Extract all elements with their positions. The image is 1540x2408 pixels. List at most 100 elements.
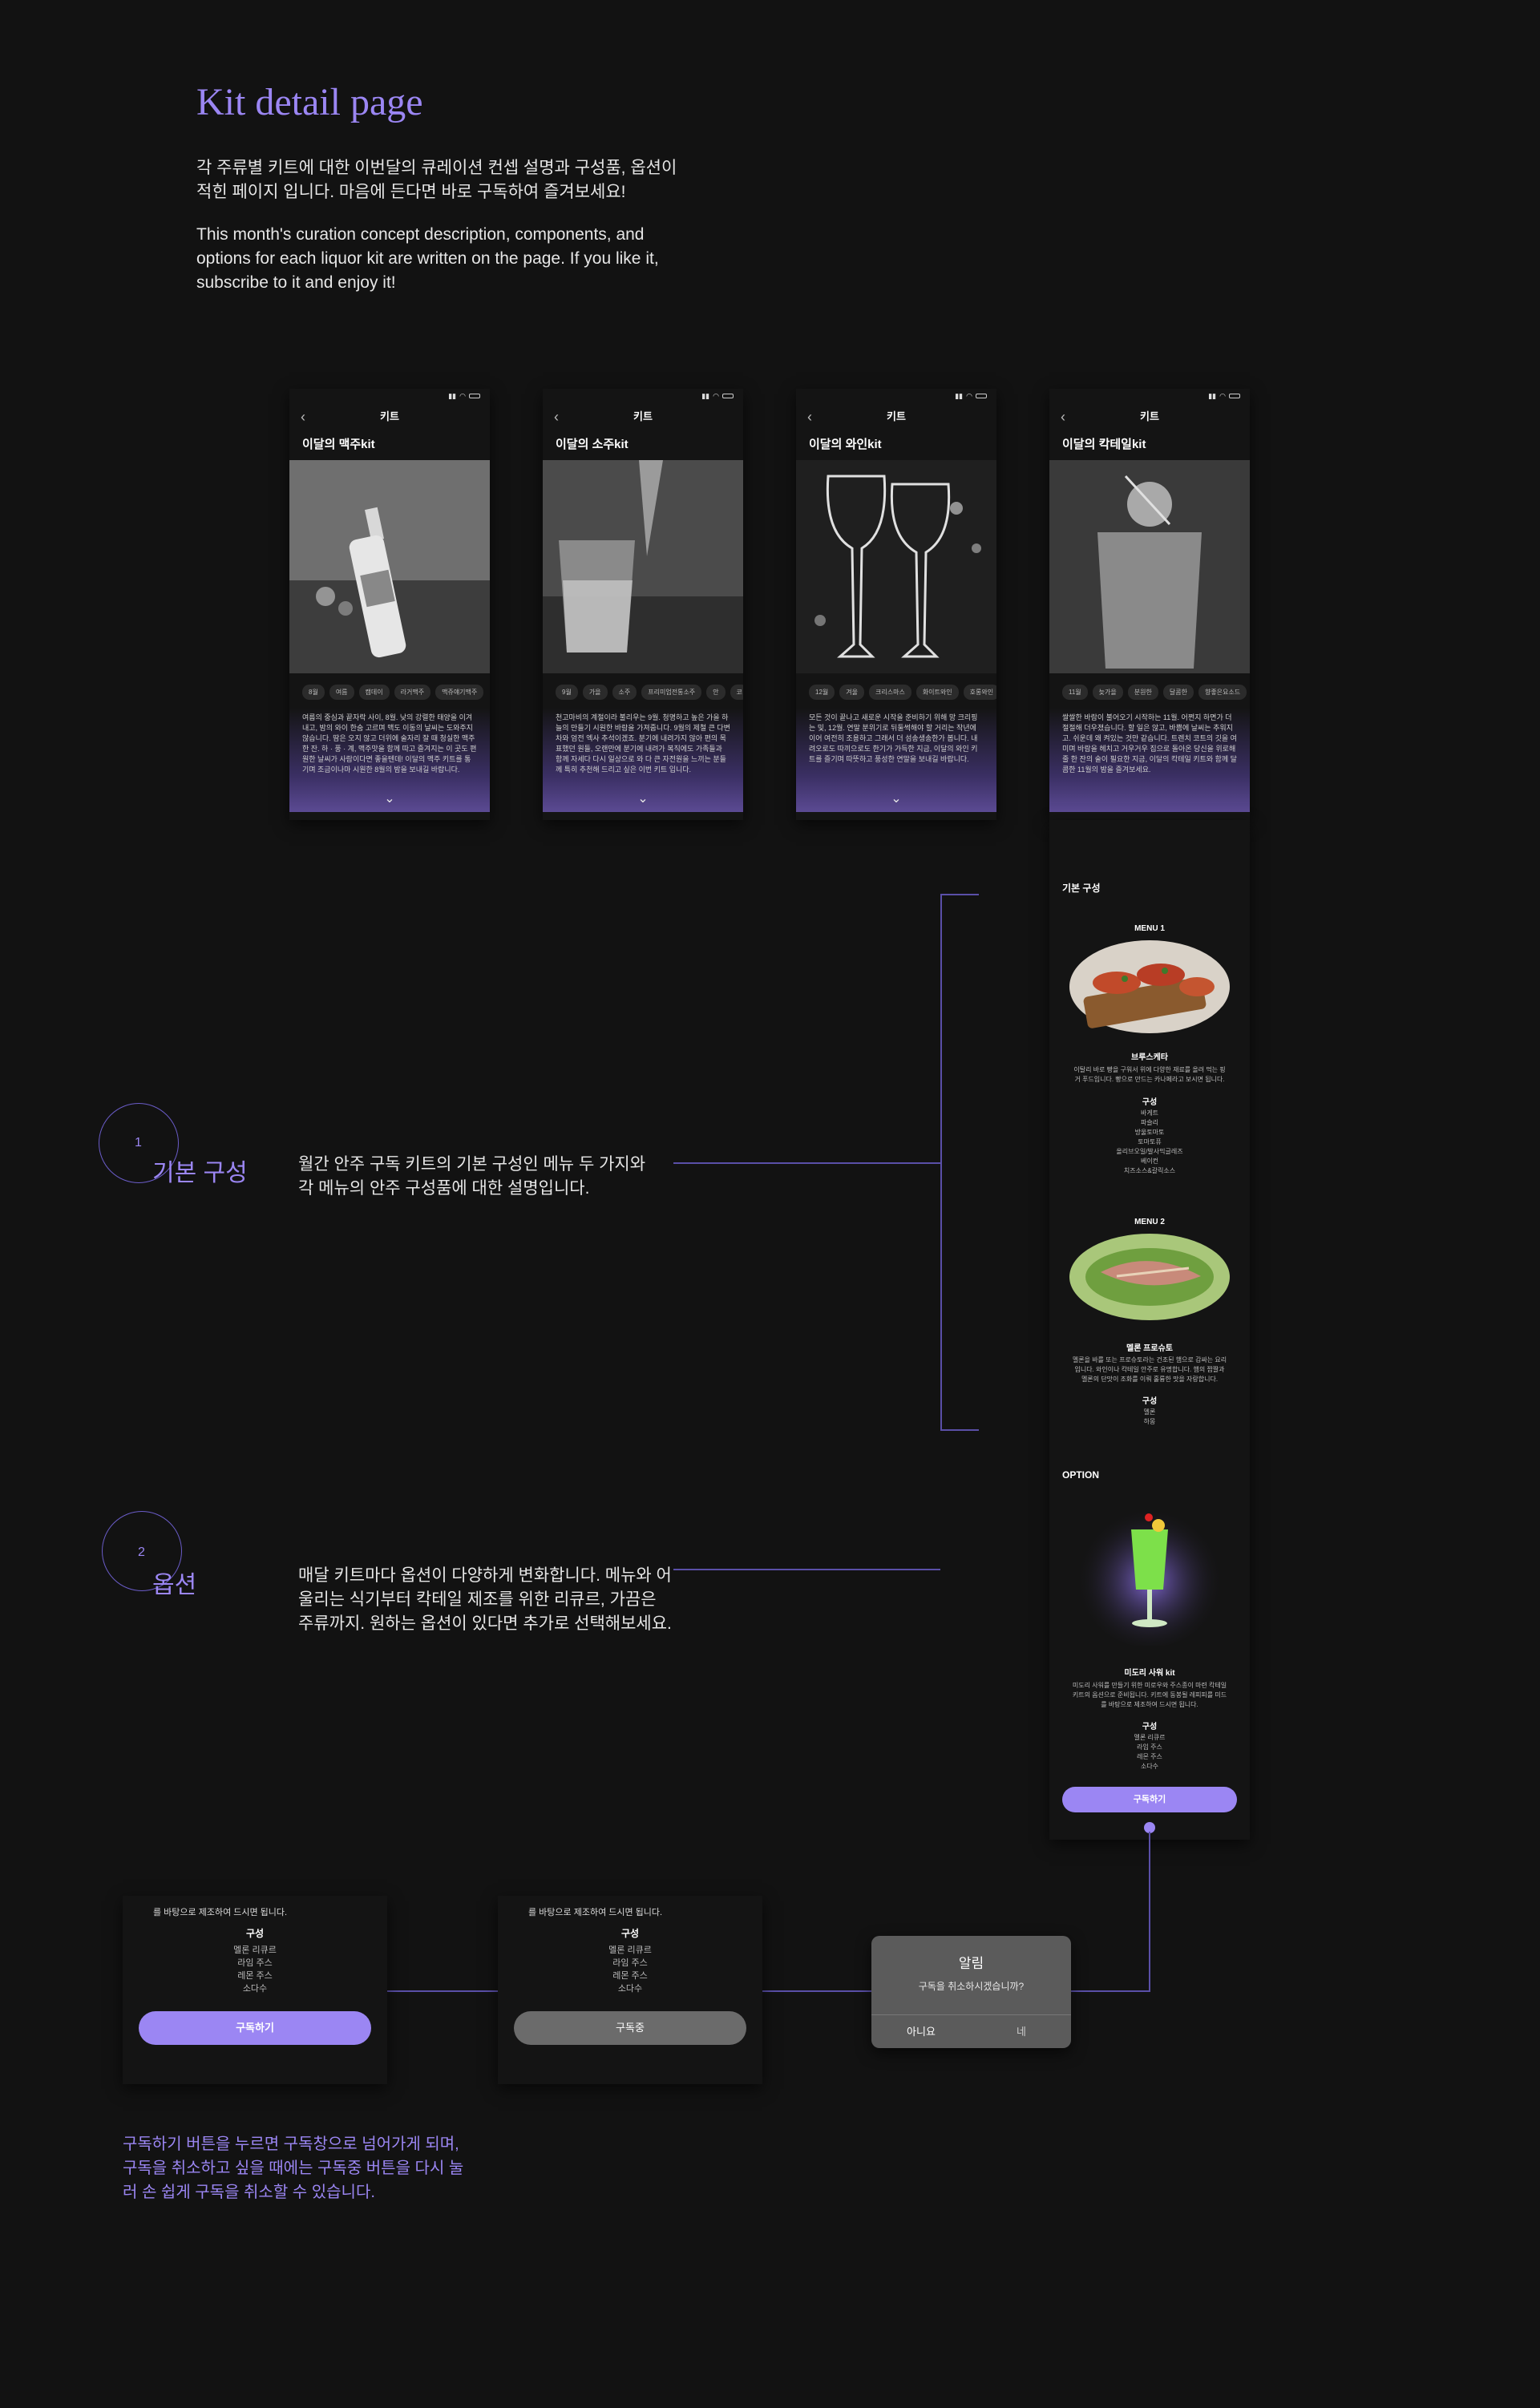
kit-title: 이달의 칵테일kit — [1062, 438, 1146, 451]
component-item: 파슬리 — [1140, 1119, 1159, 1126]
kit-title: 이달의 맥주kit — [302, 438, 375, 451]
menu2-label: MENU 2 — [1134, 1218, 1165, 1226]
tag-chip[interactable]: 캠데이 — [358, 685, 390, 700]
tag-chip[interactable]: 호롱와인 — [963, 685, 996, 700]
section-number: 2 — [138, 1545, 145, 1559]
phone-wine: ▮▮ ◠ ‹ 키트 이달의 와인kit 12월 겨울 크리스마스 화이트와인 호롱와인 모든… — [796, 389, 996, 820]
tag-chip[interactable]: 늦가을 — [1092, 685, 1123, 700]
tag-chip[interactable]: 가을 — [582, 685, 608, 700]
basic-heading: 기본 구성 — [1062, 883, 1101, 894]
card-top-text: 를 바탕으로 제조하여 드시면 됩니다. — [153, 1908, 288, 1917]
component-item: 하몽 — [1143, 1418, 1156, 1425]
status-bar: ▮▮ ◠ — [289, 389, 490, 403]
midori-sour-photo — [1076, 1500, 1223, 1646]
option-desc: 미도리 사워를 만들기 위한 미로우와 주스종이 마련 칵테일 키트의 옵션으로… — [1072, 1682, 1227, 1708]
bruschetta-photo — [1069, 940, 1230, 1033]
component-item: 소다수 — [242, 1984, 268, 1994]
component-item: 라임 주스 — [237, 1958, 273, 1968]
footnote: 구독하기 버튼을 누르면 구독창으로 넘어가게 되며, 구독을 취소하고 싶을 … — [123, 2135, 464, 2201]
card-comp-heading: 구성 — [620, 1928, 640, 1939]
menu2-comp-heading: 구성 — [1142, 1397, 1158, 1406]
soju-glass-photo — [543, 460, 743, 673]
component-item: 소다수 — [1140, 1763, 1159, 1770]
back-arrow-icon[interactable]: ‹ — [1061, 403, 1065, 430]
kit-description: 쌀쌀한 바람이 불어오기 시작하는 11월. 어쩐지 하면가 더 절절해 더우졌… — [1062, 713, 1237, 774]
card-items: 멜론 리큐르 라임 주스 레몬 주스 소다수 — [498, 1944, 762, 1995]
connector-line — [387, 1990, 498, 1992]
component-item: 멜론 — [1143, 1408, 1156, 1416]
tag-chip[interactable]: 소주 — [612, 685, 637, 700]
component-item: 라임 주스 — [612, 1958, 648, 1968]
menu2-desc: 멜론을 바를 또는 프로슈토라는 건조된 햄으로 감싸는 요리입니다. 와인이나… — [1072, 1356, 1227, 1383]
tag-chip[interactable]: 분원한 — [1127, 685, 1158, 700]
tag-list: 9월 가을 소주 프리미엄전통소주 안 코 — [543, 673, 743, 708]
page-title: Kit detail page — [196, 81, 423, 123]
tag-chip[interactable]: 향좋은요소드 — [1198, 685, 1247, 700]
kit-title: 이달의 와인kit — [809, 438, 882, 451]
dialog-title: 알림 — [958, 1956, 984, 1971]
chevron-down-icon[interactable]: ⌄ — [384, 793, 394, 806]
tag-chip[interactable]: 11월 — [1062, 685, 1088, 700]
intro-korean: 각 주류별 키트에 대한 이번달의 큐레이션 컨셉 설명과 구성품, 옵션이 적… — [196, 159, 677, 201]
tag-chip[interactable]: 달콤한 — [1162, 685, 1194, 700]
tag-chip[interactable]: 라거맥주 — [394, 685, 431, 700]
intro-english: This month's curation concept descriptio… — [196, 225, 659, 292]
menu1-items: 바게트 파슬리 방울토마토 토마토퓨 올리브오일/발사믹글레즈 베이컨 치즈소스&갈릭소스 — [1049, 1109, 1250, 1176]
connector-line — [940, 1429, 979, 1431]
dialog-yes-button[interactable]: 네 — [972, 2015, 1071, 2048]
tag-chip[interactable]: 여름 — [329, 685, 354, 700]
tag-chip[interactable]: 화이트와인 — [916, 685, 959, 700]
kit-description: 모든 것이 끝나고 새로운 시작을 준비하기 위해 망 크리핑는 및, 12월.… — [809, 713, 978, 763]
cocktail-glass-photo — [1049, 460, 1250, 673]
menu1-comp-heading: 구성 — [1142, 1098, 1158, 1107]
dialog-no-button[interactable]: 아니요 — [871, 2015, 971, 2048]
phone-beer: ▮▮ ◠ ‹ 키트 이달의 맥주kit 8월 여름 캠데이 라거맥주 맥쥬얘기맥주 여름의 … — [289, 389, 490, 820]
status-bar: ▮▮ ◠ — [543, 389, 743, 403]
tag-chip[interactable]: 맥쥬얘기맥주 — [435, 685, 484, 700]
melon-prosciutto-photo — [1069, 1234, 1230, 1320]
component-item: 레몬 주스 — [237, 1971, 273, 1981]
subscribe-button[interactable]: 구독하기 — [1062, 1787, 1237, 1812]
tag-chip[interactable]: 프리미엄전통소주 — [641, 685, 702, 700]
tag-chip[interactable]: 9월 — [556, 685, 578, 700]
tag-chip[interactable]: 안 — [706, 685, 726, 700]
component-item: 소다수 — [617, 1984, 643, 1994]
section-number: 1 — [135, 1136, 142, 1149]
option-comp-heading: 구성 — [1142, 1723, 1158, 1731]
tag-chip[interactable]: 코 — [730, 685, 743, 700]
chevron-down-icon[interactable]: ⌄ — [637, 793, 648, 806]
tag-list: 8월 여름 캠데이 라거맥주 맥쥬얘기맥주 — [289, 673, 490, 708]
card-items: 멜론 리큐르 라임 주스 레몬 주스 소다수 — [123, 1944, 387, 1995]
component-item: 라임 주스 — [1137, 1743, 1162, 1751]
back-arrow-icon[interactable]: ‹ — [807, 403, 812, 430]
component-item: 토마토퓨 — [1138, 1138, 1162, 1145]
tag-chip[interactable]: 8월 — [302, 685, 325, 700]
subscribed-card: 를 바탕으로 제조하여 드시면 됩니다. 구성 멜론 리큐르 라임 주스 레몬 주스… — [498, 1896, 762, 2084]
chevron-down-icon[interactable]: ⌄ — [891, 793, 901, 806]
component-item: 올리브오일/발사믹글레즈 — [1116, 1148, 1183, 1155]
kit-description: 천고마비의 계절이라 불리우는 9월. 청명하고 높은 가을 하늘의 만들기 시… — [556, 713, 730, 774]
component-item: 방울토마토 — [1134, 1129, 1165, 1136]
connector-line — [762, 1990, 871, 1992]
subscribe-button[interactable]: 구독하기 — [139, 2011, 371, 2045]
connector-line — [940, 894, 979, 895]
cancel-dialog: 알림 구독을 취소하시겠습니까? 아니요 네 — [871, 1936, 1071, 2048]
nav-title: 키트 — [1140, 410, 1159, 422]
tag-list: 11월 늦가을 분원한 달콤한 향좋은요소드 — [1049, 673, 1250, 708]
nav-title: 키트 — [633, 410, 653, 422]
section-desc: 매달 키트마다 옵션이 다양하게 변화합니다. 메뉴와 어울리는 식기부터 칵테… — [298, 1566, 672, 1633]
tag-chip[interactable]: 겨울 — [839, 685, 864, 700]
tag-chip[interactable]: 12월 — [809, 685, 835, 700]
subscribed-button[interactable]: 구독중 — [514, 2011, 746, 2045]
kit-detail-scroll[interactable]: 기본 구성 MENU 1 브루스케타 이탈리 바로 빵을 구워서 위에 다양한 … — [1049, 820, 1250, 1840]
tag-chip[interactable]: 크리스마스 — [869, 685, 911, 700]
back-arrow-icon[interactable]: ‹ — [554, 403, 559, 430]
menu2-name: 멜론 프로슈토 — [1126, 1344, 1173, 1353]
component-item: 레몬 주스 — [1137, 1753, 1162, 1760]
option-name: 미도리 사워 kit — [1124, 1669, 1175, 1678]
menu2-items: 멜론하몽 — [1049, 1408, 1250, 1427]
phone-cocktail: ▮▮ ◠ ‹ 키트 이달의 칵테일kit 11월 늦가을 분원한 달콤한 향좋은요소드 쌀쌀… — [1049, 389, 1250, 820]
back-arrow-icon[interactable]: ‹ — [301, 403, 305, 430]
status-bar: ▮▮ ◠ — [1049, 389, 1250, 403]
section-label: 옵션 — [152, 1572, 197, 1598]
